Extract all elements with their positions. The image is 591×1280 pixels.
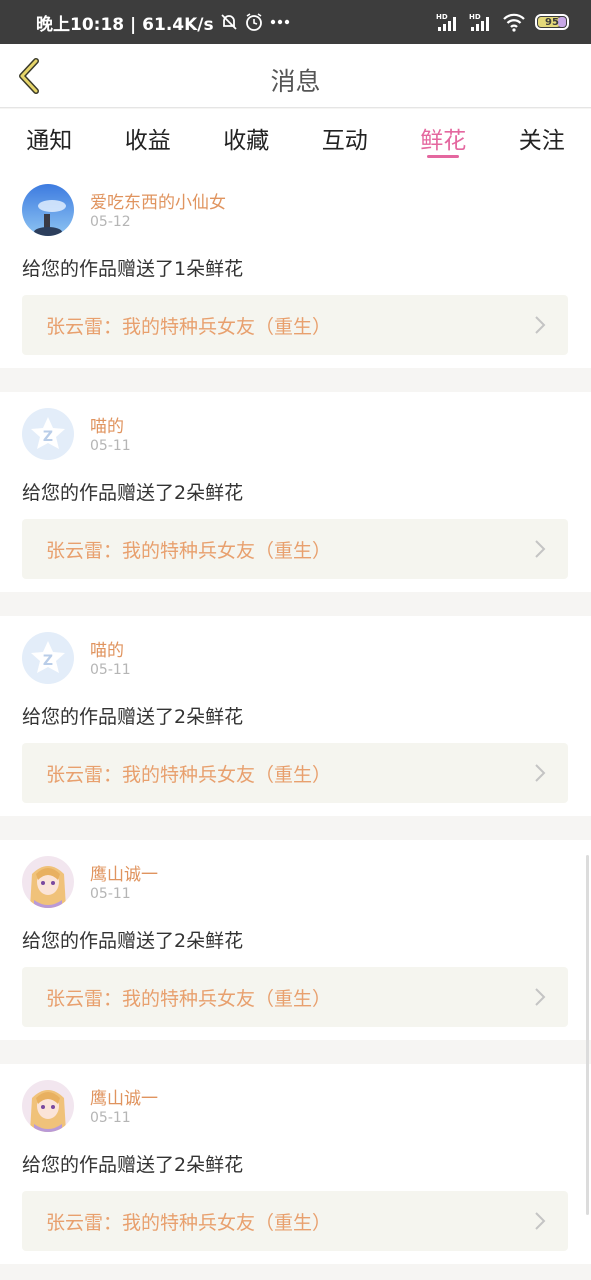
svg-text:Z: Z: [43, 653, 53, 669]
sender-name[interactable]: 喵的: [90, 412, 124, 437]
message-date: 05-12: [90, 214, 131, 230]
message-date: 05-11: [90, 438, 131, 454]
avatar[interactable]: Z: [22, 632, 74, 684]
page-title: 消息: [270, 67, 321, 96]
svg-text:HD: HD: [436, 13, 448, 21]
work-link[interactable]: 张云雷：我的特种兵女友（重生）: [22, 967, 568, 1027]
work-title: 张云雷：我的特种兵女友（重生）: [46, 539, 332, 562]
work-link[interactable]: 张云雷：我的特种兵女友（重生）: [22, 295, 568, 355]
work-link[interactable]: 张云雷：我的特种兵女友（重生）: [22, 1191, 568, 1251]
sender-name[interactable]: 喵的: [90, 636, 124, 661]
wifi-icon: [502, 12, 526, 32]
chevron-right-icon: [535, 316, 546, 334]
svg-text:HD: HD: [469, 13, 481, 21]
message-list: 爱吃东西的小仙女 05-12 给您的作品赠送了1朵鲜花 张云雷：我的特种兵女友（…: [0, 168, 591, 1280]
sender-name[interactable]: 鹰山诚一: [90, 1084, 158, 1109]
tab-earnings[interactable]: 收益: [99, 109, 198, 168]
message-text: 给您的作品赠送了2朵鲜花: [22, 482, 244, 504]
chevron-right-icon: [535, 1212, 546, 1230]
work-link[interactable]: 张云雷：我的特种兵女友（重生）: [22, 519, 568, 579]
tab-interactions[interactable]: 互动: [296, 109, 395, 168]
tab-bar: 通知 收益 收藏 互动 鲜花 关注: [0, 109, 591, 168]
work-title: 张云雷：我的特种兵女友（重生）: [46, 315, 332, 338]
status-time: 晚上10:18 | 61.4K/s: [36, 14, 214, 35]
svg-text:Z: Z: [43, 429, 53, 445]
alarm-icon: [244, 12, 264, 32]
message-text: 给您的作品赠送了1朵鲜花: [22, 258, 244, 280]
work-title: 张云雷：我的特种兵女友（重生）: [46, 987, 332, 1010]
scrollbar[interactable]: [586, 855, 589, 1215]
work-link[interactable]: 张云雷：我的特种兵女友（重生）: [22, 743, 568, 803]
status-bar: 晚上10:18 | 61.4K/s HD HD 95: [0, 0, 591, 44]
message-text: 给您的作品赠送了2朵鲜花: [22, 930, 244, 952]
tab-follows[interactable]: 关注: [493, 109, 591, 168]
header: 消息: [0, 44, 591, 108]
message-text: 给您的作品赠送了2朵鲜花: [22, 706, 244, 728]
work-title: 张云雷：我的特种兵女友（重生）: [46, 1211, 332, 1234]
message-date: 05-11: [90, 886, 131, 902]
sender-name[interactable]: 爱吃东西的小仙女: [90, 188, 226, 213]
message-date: 05-11: [90, 662, 131, 678]
message-text: 给您的作品赠送了2朵鲜花: [22, 1154, 244, 1176]
signal-hd-icon: HD: [469, 12, 493, 32]
battery-level: 95: [545, 16, 559, 28]
list-item: 鹰山诚一 05-11 给您的作品赠送了2朵鲜花 张云雷：我的特种兵女友（重生）: [0, 1064, 591, 1264]
sender-name[interactable]: 鹰山诚一: [90, 860, 158, 885]
chevron-right-icon: [535, 988, 546, 1006]
list-item: 爱吃东西的小仙女 05-12 给您的作品赠送了1朵鲜花 张云雷：我的特种兵女友（…: [0, 168, 591, 368]
tab-flowers[interactable]: 鲜花: [394, 109, 493, 168]
list-item: Z 喵的 05-11 给您的作品赠送了2朵鲜花 张云雷：我的特种兵女友（重生）: [0, 616, 591, 816]
list-item: Z 喵的 05-11 给您的作品赠送了2朵鲜花 张云雷：我的特种兵女友（重生）: [0, 392, 591, 592]
message-date: 05-11: [90, 1110, 131, 1126]
mute-bell-icon: [220, 13, 238, 31]
chevron-right-icon: [535, 540, 546, 558]
avatar[interactable]: [22, 856, 74, 908]
tab-notifications[interactable]: 通知: [0, 109, 99, 168]
avatar[interactable]: [22, 1080, 74, 1132]
battery-icon: 95: [535, 14, 569, 30]
avatar[interactable]: Z: [22, 408, 74, 460]
more-dots-icon: [270, 19, 290, 25]
work-title: 张云雷：我的特种兵女友（重生）: [46, 763, 332, 786]
list-item: 鹰山诚一 05-11 给您的作品赠送了2朵鲜花 张云雷：我的特种兵女友（重生）: [0, 840, 591, 1040]
tab-favorites[interactable]: 收藏: [197, 109, 296, 168]
chevron-right-icon: [535, 764, 546, 782]
signal-hd-icon: HD: [436, 12, 460, 32]
avatar[interactable]: [22, 184, 74, 236]
